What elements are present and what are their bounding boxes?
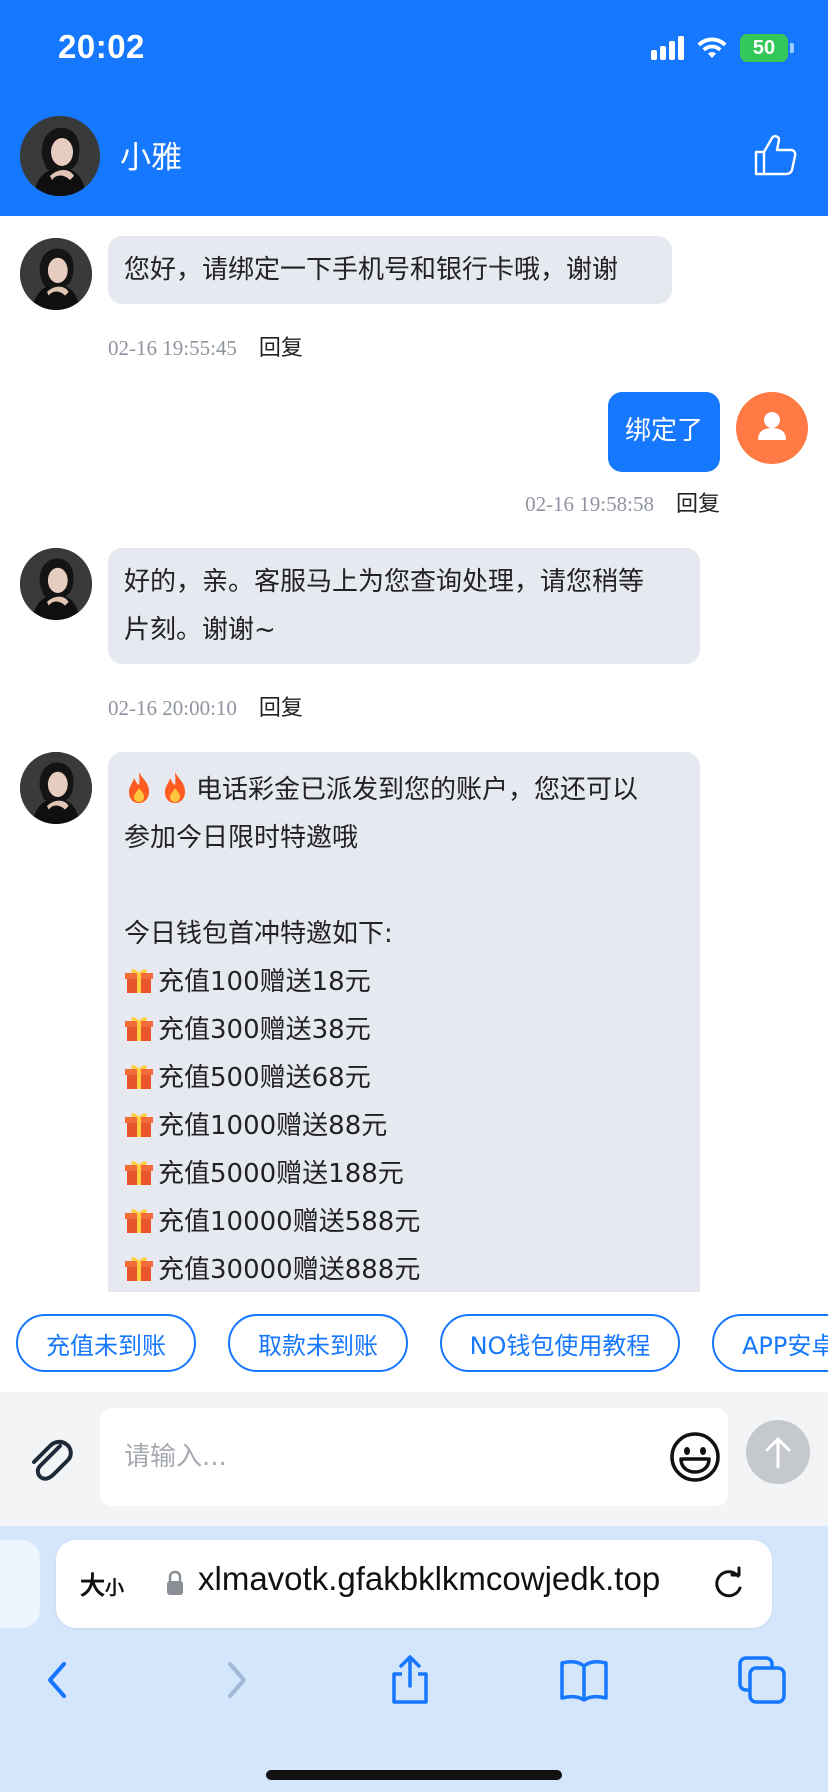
message-meta: 02-16 20:00:10 回复 bbox=[108, 690, 303, 722]
chat-header: 20:02 50 小雅 bbox=[0, 0, 828, 216]
back-icon[interactable] bbox=[30, 1652, 86, 1708]
forward-icon[interactable] bbox=[208, 1652, 264, 1708]
agent-avatar[interactable] bbox=[20, 752, 92, 824]
reload-icon[interactable] bbox=[708, 1564, 748, 1604]
gift-icon bbox=[125, 1113, 153, 1137]
fire-icon bbox=[129, 772, 149, 803]
gift-icon bbox=[125, 969, 153, 993]
browser-nav bbox=[0, 1652, 828, 1722]
offer-item: 充值5000赠送188元 bbox=[124, 1150, 684, 1198]
message-bubble: 绑定了 bbox=[607, 392, 720, 472]
status-time: 20:02 bbox=[58, 28, 145, 65]
message-input[interactable] bbox=[124, 1432, 644, 1482]
battery-icon: 50 bbox=[740, 34, 794, 62]
message-meta: 02-16 19:55:45 回复 bbox=[108, 330, 303, 362]
message-bubble: 电话彩金已派发到您的账户，您还可以 参加今日限时特邀哦 今日钱包首冲特邀如下: … bbox=[108, 752, 700, 1292]
agent-name: 小雅 bbox=[120, 140, 182, 176]
quick-reply-app[interactable]: APP安卓 bbox=[712, 1314, 828, 1372]
status-icons: 50 bbox=[651, 34, 794, 62]
share-icon[interactable] bbox=[382, 1652, 438, 1708]
lock-icon bbox=[167, 1570, 183, 1595]
offer-heading: 今日钱包首冲特邀如下: bbox=[124, 919, 393, 949]
battery-level: 50 bbox=[740, 34, 788, 62]
send-button[interactable] bbox=[746, 1420, 810, 1484]
arrow-up-icon bbox=[765, 1437, 791, 1469]
reply-link[interactable]: 回复 bbox=[259, 336, 303, 361]
tabs-icon[interactable] bbox=[734, 1652, 790, 1708]
quick-reply-bar: 充值未到账 取款未到账 NO钱包使用教程 APP安卓 bbox=[0, 1292, 828, 1392]
text-size-button[interactable]: 大小 bbox=[80, 1566, 124, 1602]
agent-avatar[interactable] bbox=[20, 238, 92, 310]
offer-item: 充值30000赠送888元 bbox=[124, 1246, 684, 1292]
emoji-icon[interactable] bbox=[668, 1430, 722, 1484]
message-text: 片刻。谢谢~ bbox=[124, 615, 276, 645]
gift-icon bbox=[125, 1209, 153, 1233]
message-time: 02-16 19:55:45 bbox=[108, 336, 237, 360]
paperclip-icon[interactable] bbox=[24, 1432, 78, 1486]
message-input-container bbox=[100, 1408, 728, 1506]
thumbs-up-icon[interactable] bbox=[752, 132, 798, 178]
gift-icon bbox=[125, 1017, 153, 1041]
user-avatar[interactable] bbox=[736, 392, 808, 464]
chat-list[interactable]: 您好，请绑定一下手机号和银行卡哦，谢谢 02-16 19:55:45 回复 绑定了… bbox=[0, 216, 828, 1292]
reply-link[interactable]: 回复 bbox=[259, 696, 303, 721]
message-time: 02-16 19:58:58 bbox=[525, 492, 654, 516]
user-icon bbox=[758, 412, 786, 440]
gift-icon bbox=[125, 1161, 153, 1185]
bookmarks-icon[interactable] bbox=[556, 1652, 612, 1708]
message-bubble: 好的，亲。客服马上为您查询处理，请您稍等 片刻。谢谢~ bbox=[108, 548, 700, 664]
previous-tab-preview[interactable] bbox=[0, 1540, 40, 1628]
agent-avatar[interactable] bbox=[20, 116, 100, 196]
quick-reply-withdraw[interactable]: 取款未到账 bbox=[228, 1314, 408, 1372]
address-bar[interactable]: 大小 xlmavotk.gfakbklkmcowjedk.top bbox=[56, 1540, 772, 1628]
reply-link[interactable]: 回复 bbox=[676, 492, 720, 517]
gift-icon bbox=[125, 1257, 153, 1281]
message-text: 参加今日限时特邀哦 bbox=[124, 823, 359, 853]
offer-item: 充值1000赠送88元 bbox=[124, 1102, 684, 1150]
home-indicator bbox=[266, 1770, 562, 1780]
message-composer bbox=[0, 1392, 828, 1526]
offer-item: 充值300赠送38元 bbox=[124, 1006, 684, 1054]
offer-item: 充值10000赠送588元 bbox=[124, 1198, 684, 1246]
gift-icon bbox=[125, 1065, 153, 1089]
url-text[interactable]: xlmavotk.gfakbklkmcowjedk.top bbox=[198, 1560, 698, 1598]
offer-item: 充值100赠送18元 bbox=[124, 958, 684, 1006]
signal-icon bbox=[651, 36, 684, 60]
wifi-icon bbox=[697, 37, 727, 58]
message-text: 电话彩金已派发到您的账户，您还可以 bbox=[124, 766, 684, 814]
fire-icon bbox=[165, 772, 185, 803]
message-text: 电话彩金已派发到您的账户，您还可以 bbox=[196, 775, 639, 805]
message-time: 02-16 20:00:10 bbox=[108, 696, 237, 720]
message-text: 好的，亲。客服马上为您查询处理，请您稍等 bbox=[124, 567, 645, 597]
message-bubble: 您好，请绑定一下手机号和银行卡哦，谢谢 bbox=[108, 236, 672, 304]
message-text: 您好，请绑定一下手机号和银行卡哦，谢谢 bbox=[124, 255, 619, 285]
agent-avatar[interactable] bbox=[20, 548, 92, 620]
message-text: 绑定了 bbox=[624, 416, 703, 446]
offer-item: 充值500赠送68元 bbox=[124, 1054, 684, 1102]
message-meta: 02-16 19:58:58 回复 bbox=[525, 486, 720, 518]
quick-reply-recharge[interactable]: 充值未到账 bbox=[16, 1314, 196, 1372]
quick-reply-tutorial[interactable]: NO钱包使用教程 bbox=[440, 1314, 680, 1372]
browser-toolbar: 大小 xlmavotk.gfakbklkmcowjedk.top bbox=[0, 1526, 828, 1792]
